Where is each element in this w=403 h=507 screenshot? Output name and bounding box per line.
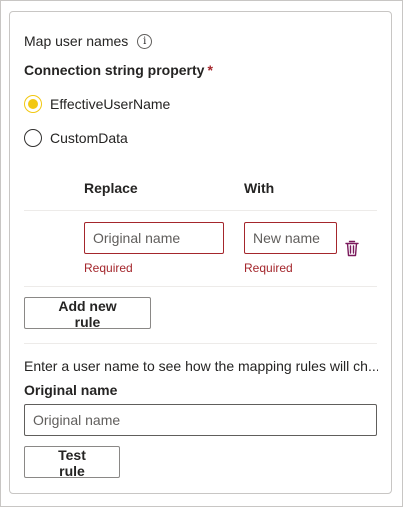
divider — [24, 286, 377, 287]
column-header-with: With — [244, 180, 275, 196]
radio-button-unchecked[interactable] — [24, 129, 42, 147]
connection-string-property-label: Connection string property * — [24, 62, 213, 78]
radio-button-checked[interactable] — [24, 95, 42, 113]
divider — [24, 210, 377, 211]
divider — [24, 343, 377, 344]
new-name-error: Required — [244, 261, 293, 275]
original-name-error: Required — [84, 261, 133, 275]
trash-icon[interactable] — [345, 240, 359, 257]
column-header-replace: Replace — [84, 180, 138, 196]
radio-effectiveusername[interactable]: EffectiveUserName — [24, 95, 170, 113]
radio-label-effectiveusername: EffectiveUserName — [50, 96, 171, 112]
radio-customdata[interactable]: CustomData — [24, 129, 128, 147]
test-description: Enter a user name to see how the mapping… — [24, 358, 378, 374]
section-title: Map user names — [24, 33, 129, 49]
section-header: Map user names i — [24, 33, 153, 49]
test-original-name-label: Original name — [24, 382, 118, 398]
test-original-name-input[interactable] — [24, 404, 377, 436]
required-marker: * — [207, 62, 213, 78]
add-new-rule-button[interactable]: Add new rule — [24, 297, 151, 330]
info-icon[interactable]: i — [137, 33, 153, 49]
map-user-names-card: Map user names i Connection string prope… — [9, 11, 392, 494]
test-rule-button[interactable]: Test rule — [24, 446, 120, 479]
new-name-rule-input[interactable] — [244, 222, 337, 254]
property-label-text: Connection string property — [24, 62, 205, 78]
radio-label-customdata: CustomData — [50, 130, 128, 146]
original-name-rule-input[interactable] — [84, 222, 224, 254]
